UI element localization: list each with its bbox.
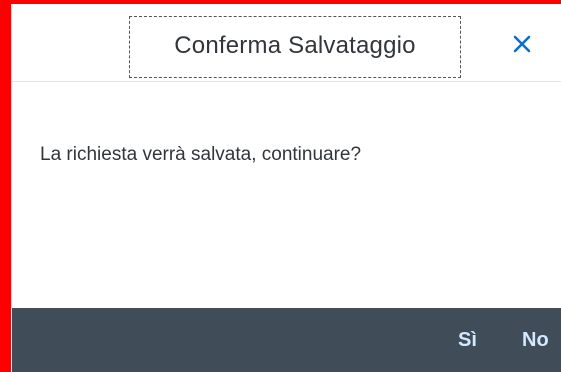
dialog-title: Conferma Salvataggio [129, 16, 461, 78]
confirm-save-dialog: Conferma Salvataggio La richiesta verrà … [0, 0, 561, 372]
dialog-footer: Sì No [12, 308, 561, 372]
no-button[interactable]: No [522, 328, 549, 352]
yes-button[interactable]: Sì [458, 328, 477, 352]
dialog-content: La richiesta verrà salvata, continuare? [12, 82, 561, 308]
dialog-header: Conferma Salvataggio [12, 4, 561, 82]
highlight-border-left [0, 0, 11, 372]
close-icon [513, 35, 531, 53]
close-button[interactable] [508, 30, 536, 58]
dialog-message: La richiesta verrà salvata, continuare? [40, 144, 362, 165]
